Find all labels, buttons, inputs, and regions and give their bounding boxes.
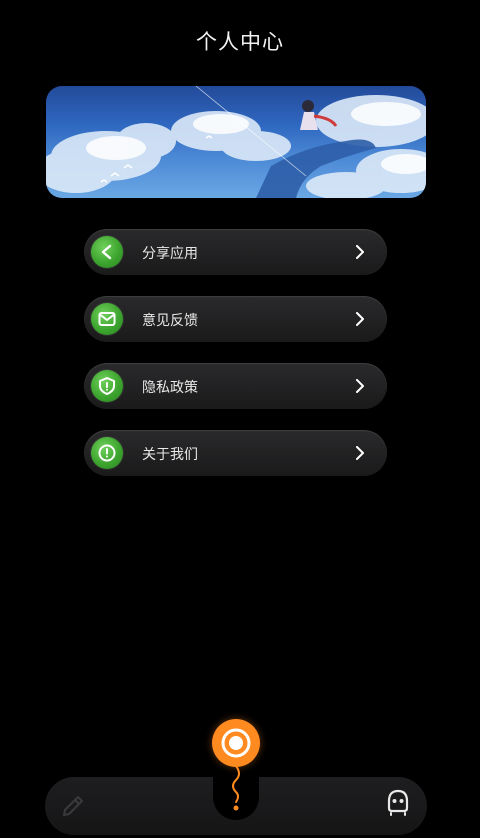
robot-face-icon[interactable] <box>383 786 413 816</box>
menu-item-label: 隐私政策 <box>142 380 198 396</box>
orange-squiggle-decoration <box>232 765 240 811</box>
shield-icon <box>91 370 123 402</box>
menu-item-label: 关于我们 <box>142 447 198 463</box>
share-icon <box>91 236 123 268</box>
chevron-right-icon <box>356 446 364 460</box>
menu-item-label: 分享应用 <box>142 246 198 262</box>
menu-item-label: 意见反馈 <box>142 313 198 329</box>
pencil-icon[interactable] <box>60 790 88 816</box>
center-action-button[interactable] <box>212 719 260 767</box>
menu-item-feedback[interactable]: 意见反馈 <box>84 296 387 342</box>
chevron-right-icon <box>356 379 364 393</box>
menu-item-share[interactable]: 分享应用 <box>84 229 387 275</box>
circle-target-icon <box>221 728 251 758</box>
banner-image <box>46 86 426 198</box>
page-title: 个人中心 <box>196 30 284 54</box>
menu-item-about[interactable]: 关于我们 <box>84 430 387 476</box>
mail-icon <box>91 303 123 335</box>
chevron-right-icon <box>356 245 364 259</box>
info-icon <box>91 437 123 469</box>
chevron-right-icon <box>356 312 364 326</box>
menu-item-privacy[interactable]: 隐私政策 <box>84 363 387 409</box>
